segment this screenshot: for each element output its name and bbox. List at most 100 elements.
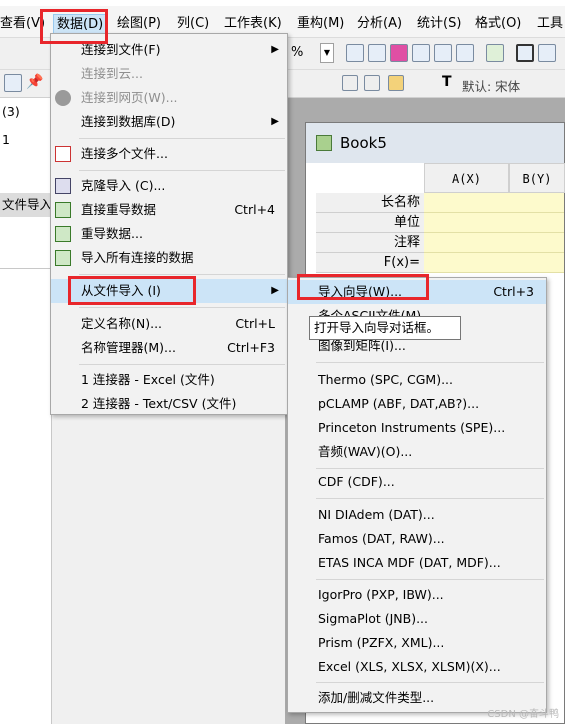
menu-item-etas-inca[interactable]: ETAS INCA MDF (DAT, MDF)... [288,551,546,575]
menu-restructure[interactable]: 重构(M) [297,14,344,34]
submenu-arrow-icon: ▶ [271,116,279,127]
paste-icon[interactable] [388,75,404,91]
menu-item-connect-cloud: 连接到云... [51,62,287,86]
multi-file-icon [55,146,71,162]
shortcut-label: Ctrl+4 [234,202,275,217]
menu-separator [79,274,285,275]
menu-item-import-all-connected[interactable]: 导入所有连接的数据 [51,246,287,270]
row-comments: 注释 [316,233,424,253]
menu-column[interactable]: 列(C) [177,14,209,34]
menu-item-recent-excel[interactable]: 1 连接器 - Excel (文件) [51,368,287,392]
menu-item-audio-wav[interactable]: 音频(WAV)(O)... [288,440,546,464]
menu-item-label: 连接到数据库(D) [81,114,176,129]
menu-separator [79,138,285,139]
menu-item-sigmaplot[interactable]: SigmaPlot (JNB)... [288,607,546,631]
import-submenu: 导入向导(W)... Ctrl+3 多个ASCII文件(M)... 图像到矩阵(… [287,277,547,713]
workbook-icon [316,135,332,151]
menu-item-excel[interactable]: Excel (XLS, XLSX, XLSM)(X)... [288,655,546,679]
menu-item-label: CDF (CDF)... [318,474,395,489]
menu-item-label: pCLAMP (ABF, DAT,AB?)... [318,396,480,411]
cell-long-name[interactable] [424,193,564,213]
menu-item-famos[interactable]: Famos (DAT, RAW)... [288,527,546,551]
project-number: 1 [2,132,10,147]
menu-item-ni-diadem[interactable]: NI DIAdem (DAT)... [288,503,546,527]
menu-item-label: 2 连接器 - Text/CSV (文件) [81,396,237,411]
submenu-arrow-icon: ▶ [271,285,279,296]
menu-separator [316,498,544,499]
pin-icon[interactable]: 📌 [26,74,43,90]
menu-plot[interactable]: 绘图(P) [117,14,161,34]
menu-item-prism[interactable]: Prism (PZFX, XML)... [288,631,546,655]
direct-reimport-icon [55,202,71,218]
table-icon[interactable] [434,44,452,62]
menu-item-pclamp[interactable]: pCLAMP (ABF, DAT,AB?)... [288,392,546,416]
text-tool-icon[interactable]: T [442,74,458,92]
menu-item-direct-reimport[interactable]: 直接重导数据 Ctrl+4 [51,198,287,222]
annotation-highlight-data-menu [40,9,108,44]
menu-item-label: 重导数据... [81,226,143,241]
row-units: 单位 [316,213,424,233]
menu-separator [316,362,544,363]
column-header-a[interactable]: A(X) [424,163,509,193]
menu-item-connect-database[interactable]: 连接到数据库(D) ▶ [51,110,287,134]
pane-divider [0,268,52,269]
cut-icon[interactable] [342,75,358,91]
web-icon [55,90,71,106]
import-all-icon [55,250,71,266]
menu-item-label: Famos (DAT, RAW)... [318,531,445,546]
menu-item-label: 连接到云... [81,66,143,81]
tree-icon[interactable] [486,44,504,62]
workbook-title[interactable]: Book5 [306,123,564,163]
tooltip: 打开导入向导对话框。 [309,316,461,340]
menu-item-define-names[interactable]: 定义名称(N)... Ctrl+L [51,312,287,336]
menu-item-label: Princeton Instruments (SPE)... [318,420,506,435]
menu-item-igorpro[interactable]: IgorPro (PXP, IBW)... [288,583,546,607]
zoom-tool-icon[interactable] [516,44,534,62]
menu-view[interactable]: 查看(V) [0,14,45,34]
cell-comments[interactable] [424,233,564,253]
menu-item-clone-import[interactable]: 克隆导入 (C)... [51,174,287,198]
menu-item-label: 连接多个文件... [81,146,168,161]
menu-item-label: 导入所有连接的数据 [81,250,194,265]
notes-icon[interactable] [412,44,430,62]
menu-format[interactable]: 格式(O) [475,14,521,34]
reimport-icon [55,226,71,242]
menu-item-cdf[interactable]: CDF (CDF)... [288,470,546,494]
menu-item-name-manager[interactable]: 名称管理器(M)... Ctrl+F3 [51,336,287,360]
export-icon[interactable] [368,44,386,62]
menu-worksheet[interactable]: 工作表(K) [224,14,282,34]
menu-item-label: IgorPro (PXP, IBW)... [318,587,444,602]
font-name[interactable]: 默认: 宋体 [462,76,520,95]
project-explorer: (3) 1 [0,98,52,724]
shortcut-label: Ctrl+L [235,316,275,331]
grid-icon[interactable] [456,44,474,62]
grid-toggle-icon[interactable] [4,74,22,92]
submenu-arrow-icon: ▶ [271,44,279,55]
menu-item-connect-multiple[interactable]: 连接多个文件... [51,142,287,166]
menu-item-princeton[interactable]: Princeton Instruments (SPE)... [288,416,546,440]
zoom-dropdown-icon[interactable]: ▼ [320,43,334,63]
print-icon[interactable] [346,44,364,62]
layout-icon[interactable] [390,44,408,62]
menu-item-label: Prism (PZFX, XML)... [318,635,445,650]
column-header-b[interactable]: B(Y) [509,163,565,193]
menu-item-label: 图像到矩阵(I)... [318,338,406,353]
zoom-selection-icon[interactable] [538,44,556,62]
menu-item-label: 连接到网页(W)... [81,90,178,105]
menu-tools[interactable]: 工具 [537,14,563,34]
menu-item-recent-csv[interactable]: 2 连接器 - Text/CSV (文件) [51,392,287,416]
menu-analysis[interactable]: 分析(A) [357,14,402,34]
menu-statistics[interactable]: 统计(S) [417,14,461,34]
project-count: (3) [2,104,20,119]
menu-item-label: 音频(WAV)(O)... [318,444,413,459]
cell-formula[interactable] [424,253,564,273]
menu-item-reimport[interactable]: 重导数据... [51,222,287,246]
row-formula: F(x)= [316,253,424,273]
project-folder-bar[interactable]: 文件导入 [0,193,52,217]
menu-item-label: Excel (XLS, XLSX, XLSM)(X)... [318,659,501,674]
cell-units[interactable] [424,213,564,233]
menu-item-label: 名称管理器(M)... [81,340,176,355]
menu-item-thermo[interactable]: Thermo (SPC, CGM)... [288,368,546,392]
copy-icon[interactable] [364,75,380,91]
row-long-name: 长名称 [316,193,424,213]
